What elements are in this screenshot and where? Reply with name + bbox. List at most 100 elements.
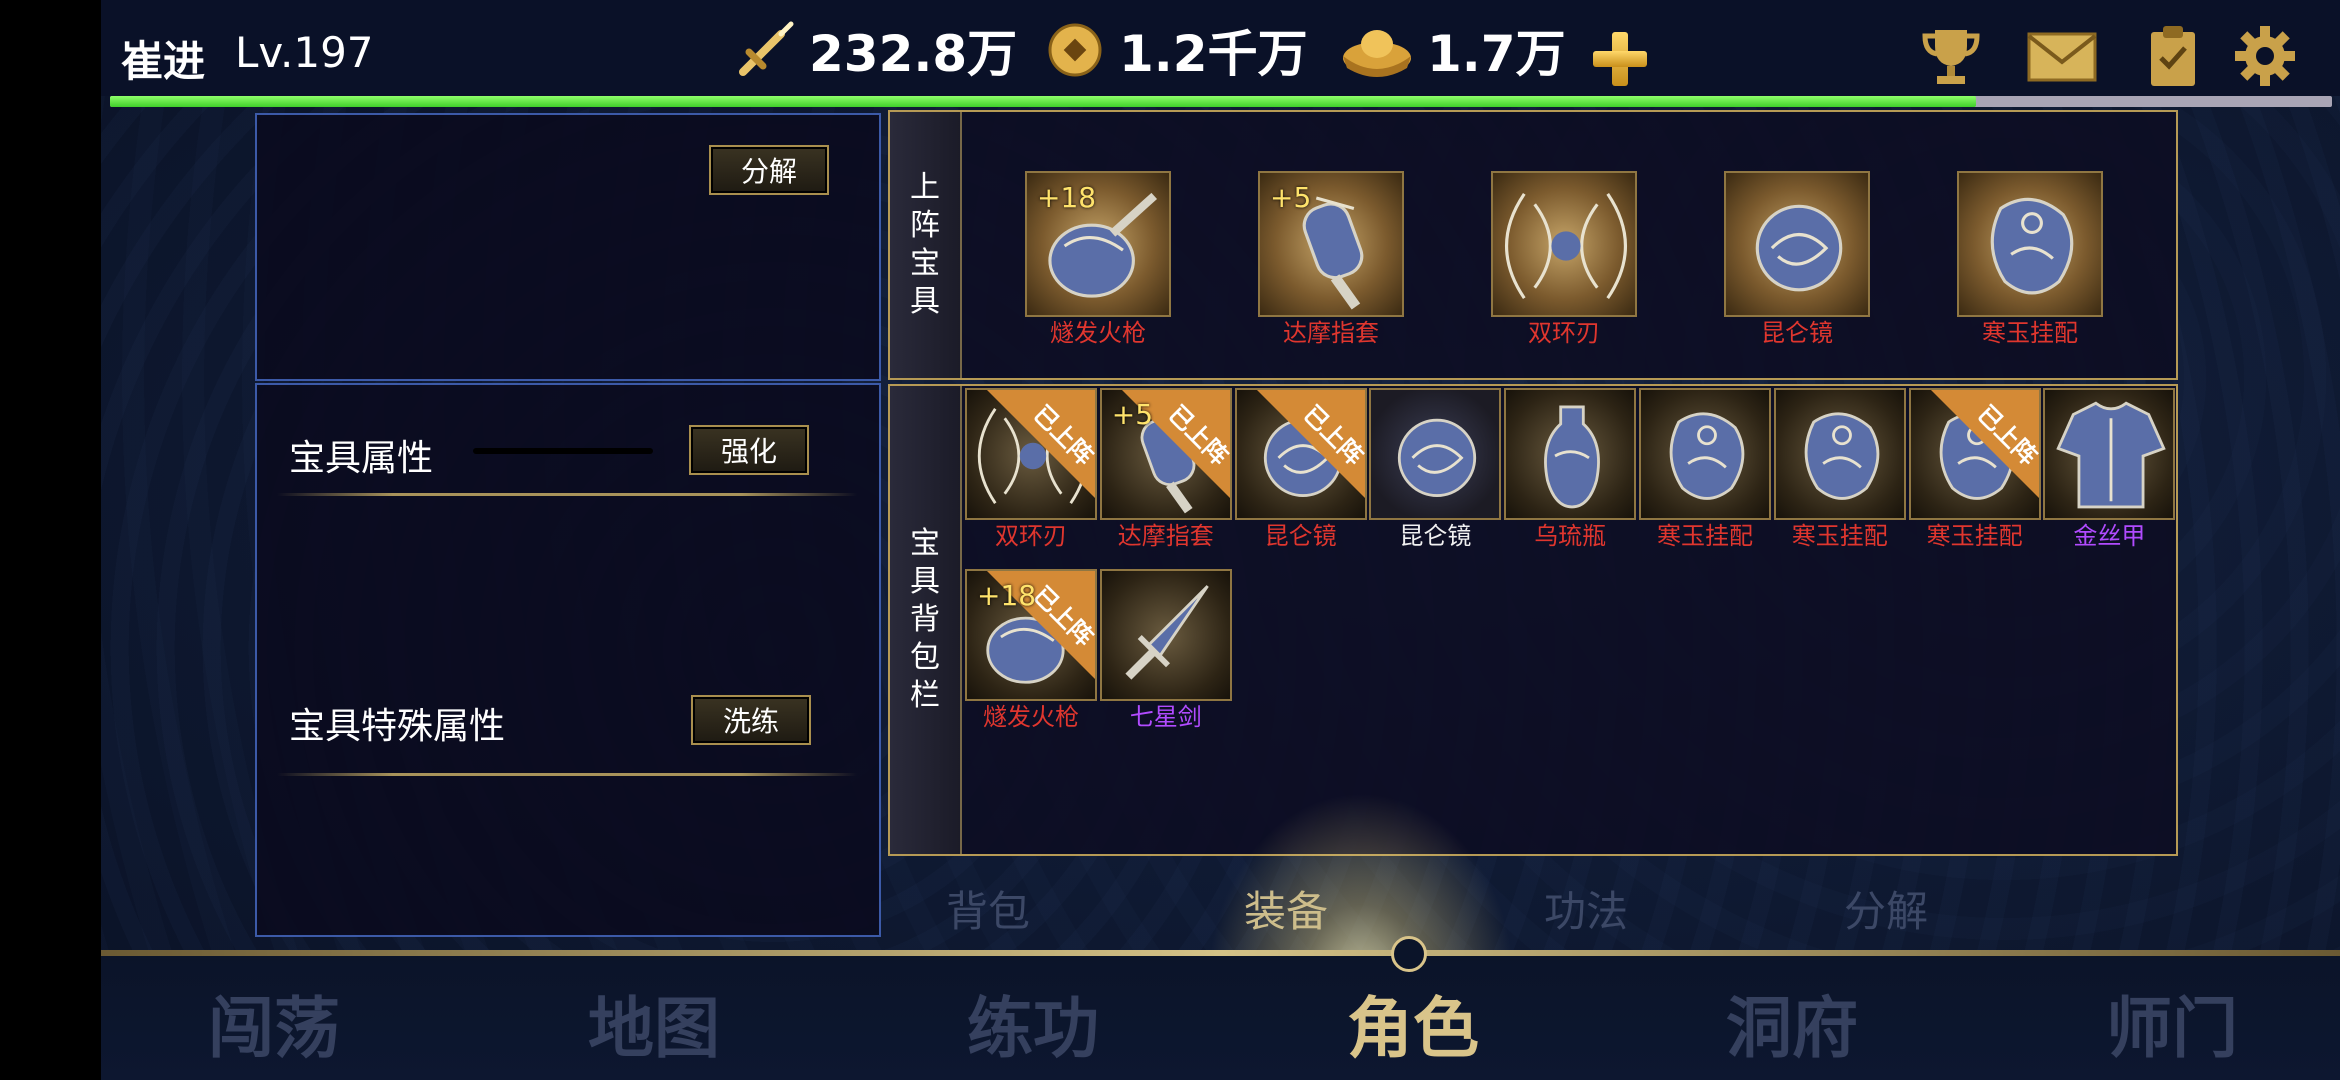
decompose-panel: 分解: [255, 113, 881, 381]
treasure-name: 寒玉挂配: [1657, 522, 1753, 550]
attr-level-bar: [473, 448, 653, 454]
bag-section-label-text: 宝具背包栏: [910, 526, 940, 713]
enhance-level: +18: [1037, 181, 1097, 214]
nav-tab-2[interactable]: 练功: [967, 975, 1099, 1071]
treasure-item[interactable]: 乌琉瓶: [1504, 388, 1637, 552]
gold-amount: 1.2千万: [1045, 20, 1308, 83]
treasure-attribute-panel: 宝具属性 强化 宝具特殊属性 洗练: [255, 383, 881, 937]
treasure-item[interactable]: 金丝甲: [2043, 388, 2176, 552]
nav-tab-5[interactable]: 师门: [2106, 975, 2238, 1071]
treasure-item[interactable]: 昆仑镜: [1369, 388, 1502, 552]
nav-tab-4[interactable]: 洞府: [1726, 975, 1858, 1071]
treasure-item[interactable]: 寒玉挂配: [1773, 388, 1906, 552]
coin-icon: [1045, 20, 1105, 80]
equipped-badge: 已上阵: [1930, 390, 2039, 498]
treasure-item[interactable]: 寒玉挂配: [1957, 171, 2103, 349]
special-attr-title: 宝具特殊属性: [289, 706, 506, 747]
nav-divider: [101, 950, 2340, 956]
treasure-name: 寒玉挂配: [1982, 319, 2078, 347]
treasure-item[interactable]: 已上阵寒玉挂配: [1908, 388, 2041, 552]
treasure-slot[interactable]: [1099, 569, 1232, 701]
treasure-item[interactable]: 已上阵 +18 燧发火枪: [965, 569, 1097, 733]
top-bar: 崔进 Lv.197 232.8万 1.2千万 1.7万: [101, 0, 2340, 96]
nav-tab-0[interactable]: 闯荡: [208, 975, 340, 1071]
sword-icon: [735, 20, 795, 80]
nav-indicator-icon: [1391, 936, 1427, 972]
settings-gear-icon[interactable]: [2233, 24, 2297, 88]
treasure-item[interactable]: +5 达摩指套: [1258, 171, 1404, 349]
treasure-name: 双环刃: [1528, 319, 1600, 347]
enhance-level: +18: [977, 579, 1037, 612]
treasure-item[interactable]: 已上阵昆仑镜: [1234, 388, 1367, 552]
add-currency-button[interactable]: [1593, 32, 1647, 86]
enhance-level: +5: [1111, 398, 1154, 431]
bottom-nav: [101, 956, 2340, 1080]
treasure-slot[interactable]: [1773, 388, 1906, 520]
treasure-name: 达摩指套: [1117, 522, 1214, 550]
treasure-slot[interactable]: +5: [1258, 171, 1404, 317]
equipped-section-label-text: 上阵宝具: [910, 170, 940, 319]
treasure-item[interactable]: 双环刃: [1491, 171, 1637, 349]
equipped-badge: 已上阵: [1256, 390, 1365, 498]
sub-tab-1[interactable]: 装备: [1244, 878, 1328, 939]
divider: [277, 773, 857, 776]
treasure-item[interactable]: 已上阵 +5 达摩指套: [1099, 388, 1232, 552]
treasure-slot[interactable]: [1504, 388, 1637, 520]
treasure-slot[interactable]: [1957, 171, 2103, 317]
treasure-slot[interactable]: 已上阵: [1908, 388, 2041, 520]
treasure-slot[interactable]: [1491, 171, 1637, 317]
ingot-amount: 1.7万: [1341, 20, 1566, 83]
ingot-icon: [1341, 20, 1413, 80]
divider: [277, 493, 857, 496]
trophy-icon[interactable]: [1919, 24, 1983, 88]
player-name: 崔进: [121, 37, 206, 86]
treasure-name: 双环刃: [995, 522, 1067, 550]
attr-title: 宝具属性: [289, 438, 434, 479]
combat-power: 232.8万: [735, 20, 1017, 83]
treasure-item[interactable]: 七星剑: [1099, 569, 1232, 733]
treasure-item[interactable]: 已上阵双环刃: [965, 388, 1097, 552]
treasure-slot[interactable]: [1724, 171, 1870, 317]
treasure-slot[interactable]: +18: [1025, 171, 1171, 317]
decompose-button[interactable]: 分解: [709, 145, 829, 195]
treasure-item[interactable]: +18 燧发火枪: [1025, 171, 1171, 349]
treasure-name: 达摩指套: [1283, 319, 1379, 347]
treasure-slot[interactable]: 已上阵 +18: [965, 569, 1097, 701]
sub-tab-0[interactable]: 背包: [946, 878, 1030, 939]
treasure-name: 燧发火枪: [1050, 319, 1146, 347]
game-screen: 崔进 Lv.197 232.8万 1.2千万 1.7万 分解 宝具属性 强化 宝…: [101, 0, 2340, 1080]
nav-tab-3[interactable]: 角色: [1347, 975, 1479, 1071]
treasure-name: 昆仑镜: [1264, 522, 1337, 550]
treasure-name: 昆仑镜: [1399, 522, 1472, 550]
treasure-name: 寒玉挂配: [1926, 522, 2023, 550]
nav-tab-1[interactable]: 地图: [588, 975, 720, 1071]
treasure-slot[interactable]: 已上阵: [1234, 388, 1367, 520]
gold-value: 1.2千万: [1119, 25, 1308, 83]
sub-tab-3[interactable]: 分解: [1844, 878, 1928, 939]
ingot-value: 1.7万: [1427, 25, 1566, 83]
power-value: 232.8万: [809, 25, 1018, 83]
xp-bar: [110, 96, 2332, 107]
equipped-badge: 已上阵: [987, 390, 1095, 498]
enhance-level: +5: [1270, 181, 1312, 214]
enhance-button[interactable]: 强化: [689, 425, 809, 475]
equipped-treasures-panel: 上阵宝具 +18 燧发火枪 +5 达摩指套 双环刃 昆仑镜 寒玉挂配: [888, 110, 2178, 380]
treasure-item[interactable]: 昆仑镜: [1724, 171, 1870, 349]
equipped-section-label: 上阵宝具: [890, 112, 962, 378]
xp-bar-fill: [110, 96, 1977, 107]
treasure-name: 昆仑镜: [1761, 319, 1833, 347]
treasure-name: 乌琉瓶: [1534, 522, 1607, 550]
treasure-slot[interactable]: [1639, 388, 1771, 520]
treasure-name: 寒玉挂配: [1791, 522, 1888, 550]
sub-tab-2[interactable]: 功法: [1544, 878, 1628, 939]
mail-icon[interactable]: [2027, 24, 2097, 88]
treasure-slot[interactable]: [1369, 388, 1502, 520]
treasure-name: 七星剑: [1129, 703, 1202, 731]
treasure-name: 金丝甲: [2073, 522, 2146, 550]
treasure-slot[interactable]: 已上阵 +5: [1099, 388, 1232, 520]
quest-clipboard-icon[interactable]: [2141, 24, 2205, 88]
treasure-item[interactable]: 寒玉挂配: [1639, 388, 1771, 552]
treasure-slot[interactable]: [2043, 388, 2176, 520]
refine-button[interactable]: 洗练: [691, 695, 811, 745]
treasure-slot[interactable]: 已上阵: [965, 388, 1097, 520]
